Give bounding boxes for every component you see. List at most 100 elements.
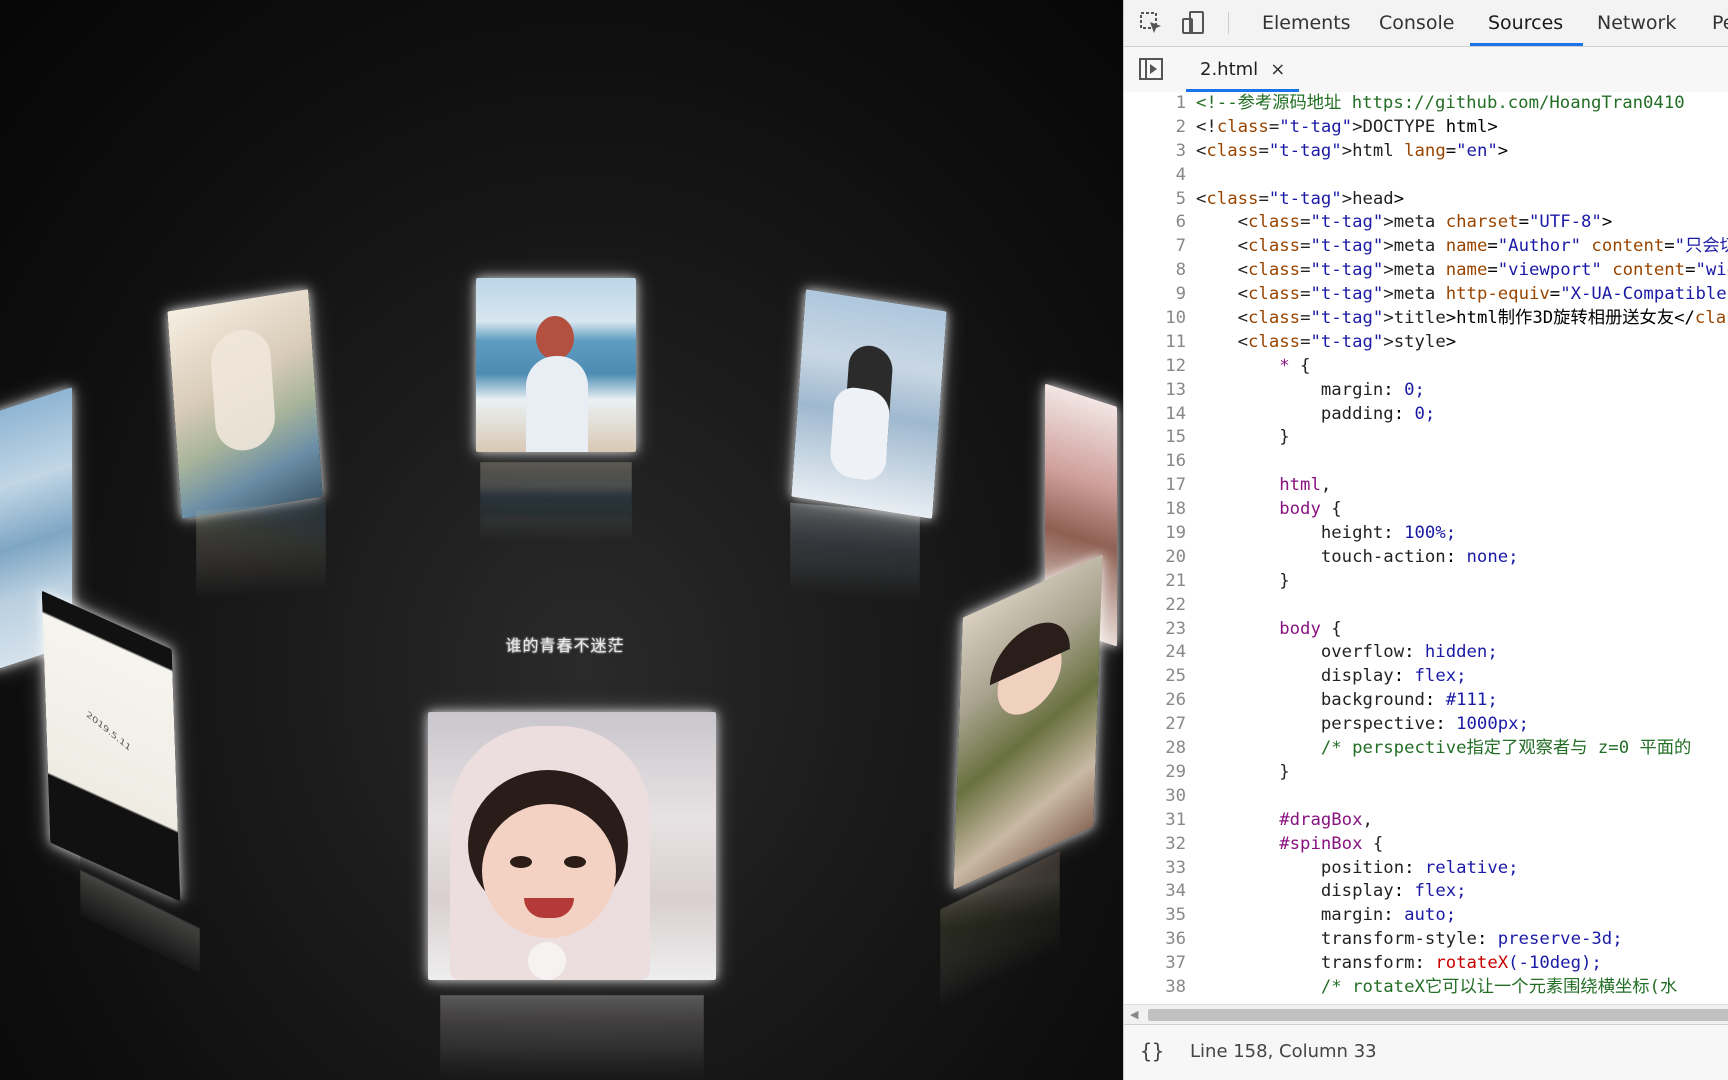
tab-network[interactable]: Network [1595,0,1678,46]
gallery-viewport[interactable]: 2019.5.11 谁的青春不迷茫 [0,0,1123,1080]
tab-performance[interactable]: Pe [1710,0,1728,46]
line-number[interactable]: 25 [1124,665,1196,689]
line-number[interactable]: 15 [1124,426,1196,450]
line-number[interactable]: 12 [1124,355,1196,379]
code-line[interactable]: 32 #spinBox { [1124,833,1728,857]
code-line[interactable]: 28 /* perspective指定了观察者与 z=0 平面的 [1124,737,1728,761]
tab-sources[interactable]: Sources [1469,0,1584,46]
line-source: <class="t-tag">meta http-equiv="X-UA-Com… [1196,284,1728,305]
line-number[interactable]: 10 [1124,307,1196,331]
code-line[interactable]: 17 html, [1124,474,1728,498]
line-number[interactable]: 5 [1124,188,1196,212]
code-line[interactable]: 4 [1124,164,1728,188]
line-number[interactable]: 33 [1124,857,1196,881]
line-number[interactable]: 26 [1124,689,1196,713]
code-line[interactable]: 31 #dragBox, [1124,809,1728,833]
line-number[interactable]: 31 [1124,809,1196,833]
line-number[interactable]: 16 [1124,450,1196,474]
code-line[interactable]: 38 /* rotateX它可以让一个元素围绕横坐标(水 [1124,976,1728,1000]
tab-console[interactable]: Console [1377,0,1456,46]
code-line[interactable]: 29 } [1124,761,1728,785]
code-line[interactable]: 3 <class="t-tag">html lang="en"> [1124,140,1728,164]
line-number[interactable]: 7 [1124,235,1196,259]
code-line[interactable]: 26 background: #111; [1124,689,1728,713]
line-source: <class="t-tag">meta name="viewport" cont… [1196,260,1728,281]
line-number[interactable]: 22 [1124,594,1196,618]
device-toolbar-icon[interactable] [1180,10,1206,36]
code-line[interactable]: 34 display: flex; [1124,880,1728,904]
line-number[interactable]: 29 [1124,761,1196,785]
toggle-navigator-icon[interactable] [1138,56,1164,82]
line-number[interactable]: 27 [1124,713,1196,737]
horizontal-scrollbar[interactable]: ◀ [1124,1004,1728,1025]
line-number[interactable]: 21 [1124,570,1196,594]
line-number[interactable]: 8 [1124,259,1196,283]
line-number[interactable]: 14 [1124,403,1196,427]
line-number[interactable]: 24 [1124,641,1196,665]
code-line[interactable]: 23 body { [1124,618,1728,642]
line-number[interactable]: 1 [1124,92,1196,116]
line-number[interactable]: 11 [1124,331,1196,355]
line-number[interactable]: 37 [1124,952,1196,976]
line-number[interactable]: 18 [1124,498,1196,522]
line-number[interactable]: 35 [1124,904,1196,928]
line-number[interactable]: 38 [1124,976,1196,1000]
line-source: position: relative; [1320,857,1519,878]
code-line[interactable]: 13 margin: 0; [1124,379,1728,403]
code-line[interactable]: 36 transform-style: preserve-3d; [1124,928,1728,952]
code-line[interactable]: 14 padding: 0; [1124,403,1728,427]
line-source: background: #111; [1320,690,1498,711]
close-tab-icon[interactable]: × [1270,59,1285,80]
line-source: margin: auto; [1320,905,1457,926]
scroll-left-icon[interactable]: ◀ [1130,1008,1138,1021]
line-number[interactable]: 20 [1124,546,1196,570]
code-line[interactable]: 27 perspective: 1000px; [1124,713,1728,737]
file-tab-2-html[interactable]: 2.html × [1186,47,1300,92]
code-line[interactable]: 6 <class="t-tag">meta charset="UTF-8"> [1124,211,1728,235]
line-number[interactable]: 3 [1124,140,1196,164]
code-line[interactable]: 37 transform: rotateX(-10deg); [1124,952,1728,976]
scrollbar-thumb[interactable] [1148,1009,1728,1021]
code-line[interactable]: 24 overflow: hidden; [1124,641,1728,665]
line-number[interactable]: 13 [1124,379,1196,403]
code-line[interactable]: 25 display: flex; [1124,665,1728,689]
code-line[interactable]: 21 } [1124,570,1728,594]
tab-elements[interactable]: Elements [1260,0,1353,46]
code-line[interactable]: 16 [1124,450,1728,474]
code-line[interactable]: 2 <!class="t-tag">DOCTYPE html> [1124,116,1728,140]
code-line[interactable]: 35 margin: auto; [1124,904,1728,928]
line-number[interactable]: 6 [1124,211,1196,235]
code-line[interactable]: 1 <!--参考源码地址 https://github.com/HoangTran… [1124,92,1728,116]
code-line[interactable]: 11 <class="t-tag">style> [1124,331,1728,355]
line-number[interactable]: 30 [1124,785,1196,809]
photo-card-baby[interactable] [428,712,716,980]
pretty-print-icon[interactable]: {} [1140,1039,1164,1063]
code-line[interactable]: 10 <class="t-tag">title>html制作3D旋转相册送女友<… [1124,307,1728,331]
file-tab-bar: 2.html × [1124,47,1728,93]
line-number[interactable]: 4 [1124,164,1196,188]
line-number[interactable]: 23 [1124,618,1196,642]
inspect-element-icon[interactable] [1138,10,1164,36]
code-line[interactable]: 7 <class="t-tag">meta name="Author" cont… [1124,235,1728,259]
code-line[interactable]: 8 <class="t-tag">meta name="viewport" co… [1124,259,1728,283]
line-number[interactable]: 9 [1124,283,1196,307]
code-line[interactable]: 9 <class="t-tag">meta http-equiv="X-UA-C… [1124,283,1728,307]
code-line[interactable]: 19 height: 100%; [1124,522,1728,546]
code-line[interactable]: 18 body { [1124,498,1728,522]
line-number[interactable]: 32 [1124,833,1196,857]
code-line[interactable]: 33 position: relative; [1124,857,1728,881]
line-number[interactable]: 34 [1124,880,1196,904]
code-line[interactable]: 5 <class="t-tag">head> [1124,188,1728,212]
code-line[interactable]: 22 [1124,594,1728,618]
line-number[interactable]: 28 [1124,737,1196,761]
line-number[interactable]: 36 [1124,928,1196,952]
code-line[interactable]: 30 [1124,785,1728,809]
line-number[interactable]: 17 [1124,474,1196,498]
line-number[interactable]: 2 [1124,116,1196,140]
code-editor[interactable]: 1 <!--参考源码地址 https://github.com/HoangTran… [1124,92,1728,1004]
code-line[interactable]: 20 touch-action: none; [1124,546,1728,570]
code-line[interactable]: 12 * { [1124,355,1728,379]
line-number[interactable]: 19 [1124,522,1196,546]
code-line[interactable]: 15 } [1124,426,1728,450]
line-source: <class="t-tag">html lang="en"> [1196,140,1509,161]
